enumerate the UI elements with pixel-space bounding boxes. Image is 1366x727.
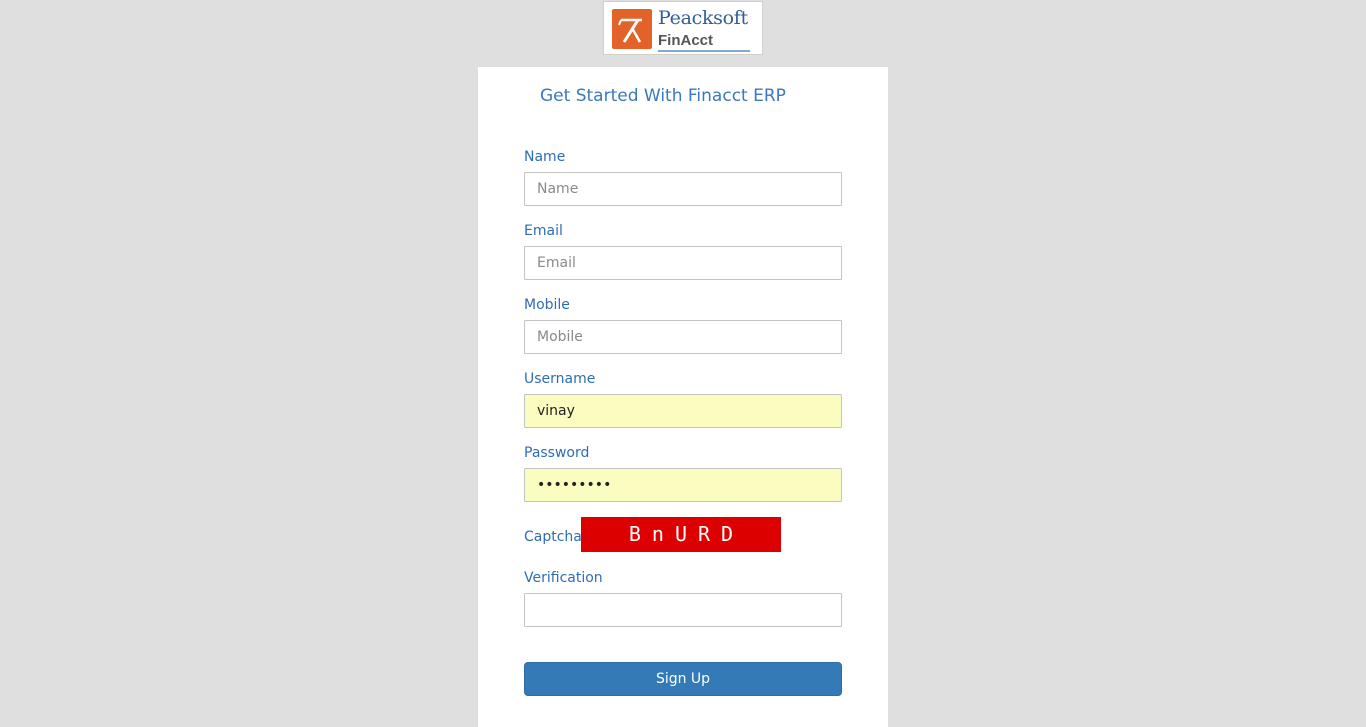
name-input[interactable] [524,172,842,206]
mobile-input[interactable] [524,320,842,354]
sign-up-button[interactable]: Sign Up [524,662,842,696]
logo-brand-text: Peacksoft [658,7,748,29]
company-logo: Peacksoft FinAcct [603,1,763,55]
logo-mark-icon [612,9,652,49]
password-label: Password [524,445,590,461]
verification-label: Verification [524,570,603,586]
username-input[interactable] [524,394,842,428]
password-input[interactable] [524,468,842,502]
name-label: Name [524,149,566,165]
mobile-label: Mobile [524,297,570,313]
signup-card: Get Started With Finacct ERP Name Email … [478,67,888,727]
form-title: Get Started With Finacct ERP [540,86,786,106]
captcha-label: Captcha [524,529,582,545]
verification-input[interactable] [524,593,842,627]
captcha-image: BnURD [581,517,781,552]
email-input[interactable] [524,246,842,280]
username-label: Username [524,371,596,387]
logo-product-text: FinAcct [658,32,714,49]
email-label: Email [524,223,563,239]
logo-underline [658,50,750,52]
